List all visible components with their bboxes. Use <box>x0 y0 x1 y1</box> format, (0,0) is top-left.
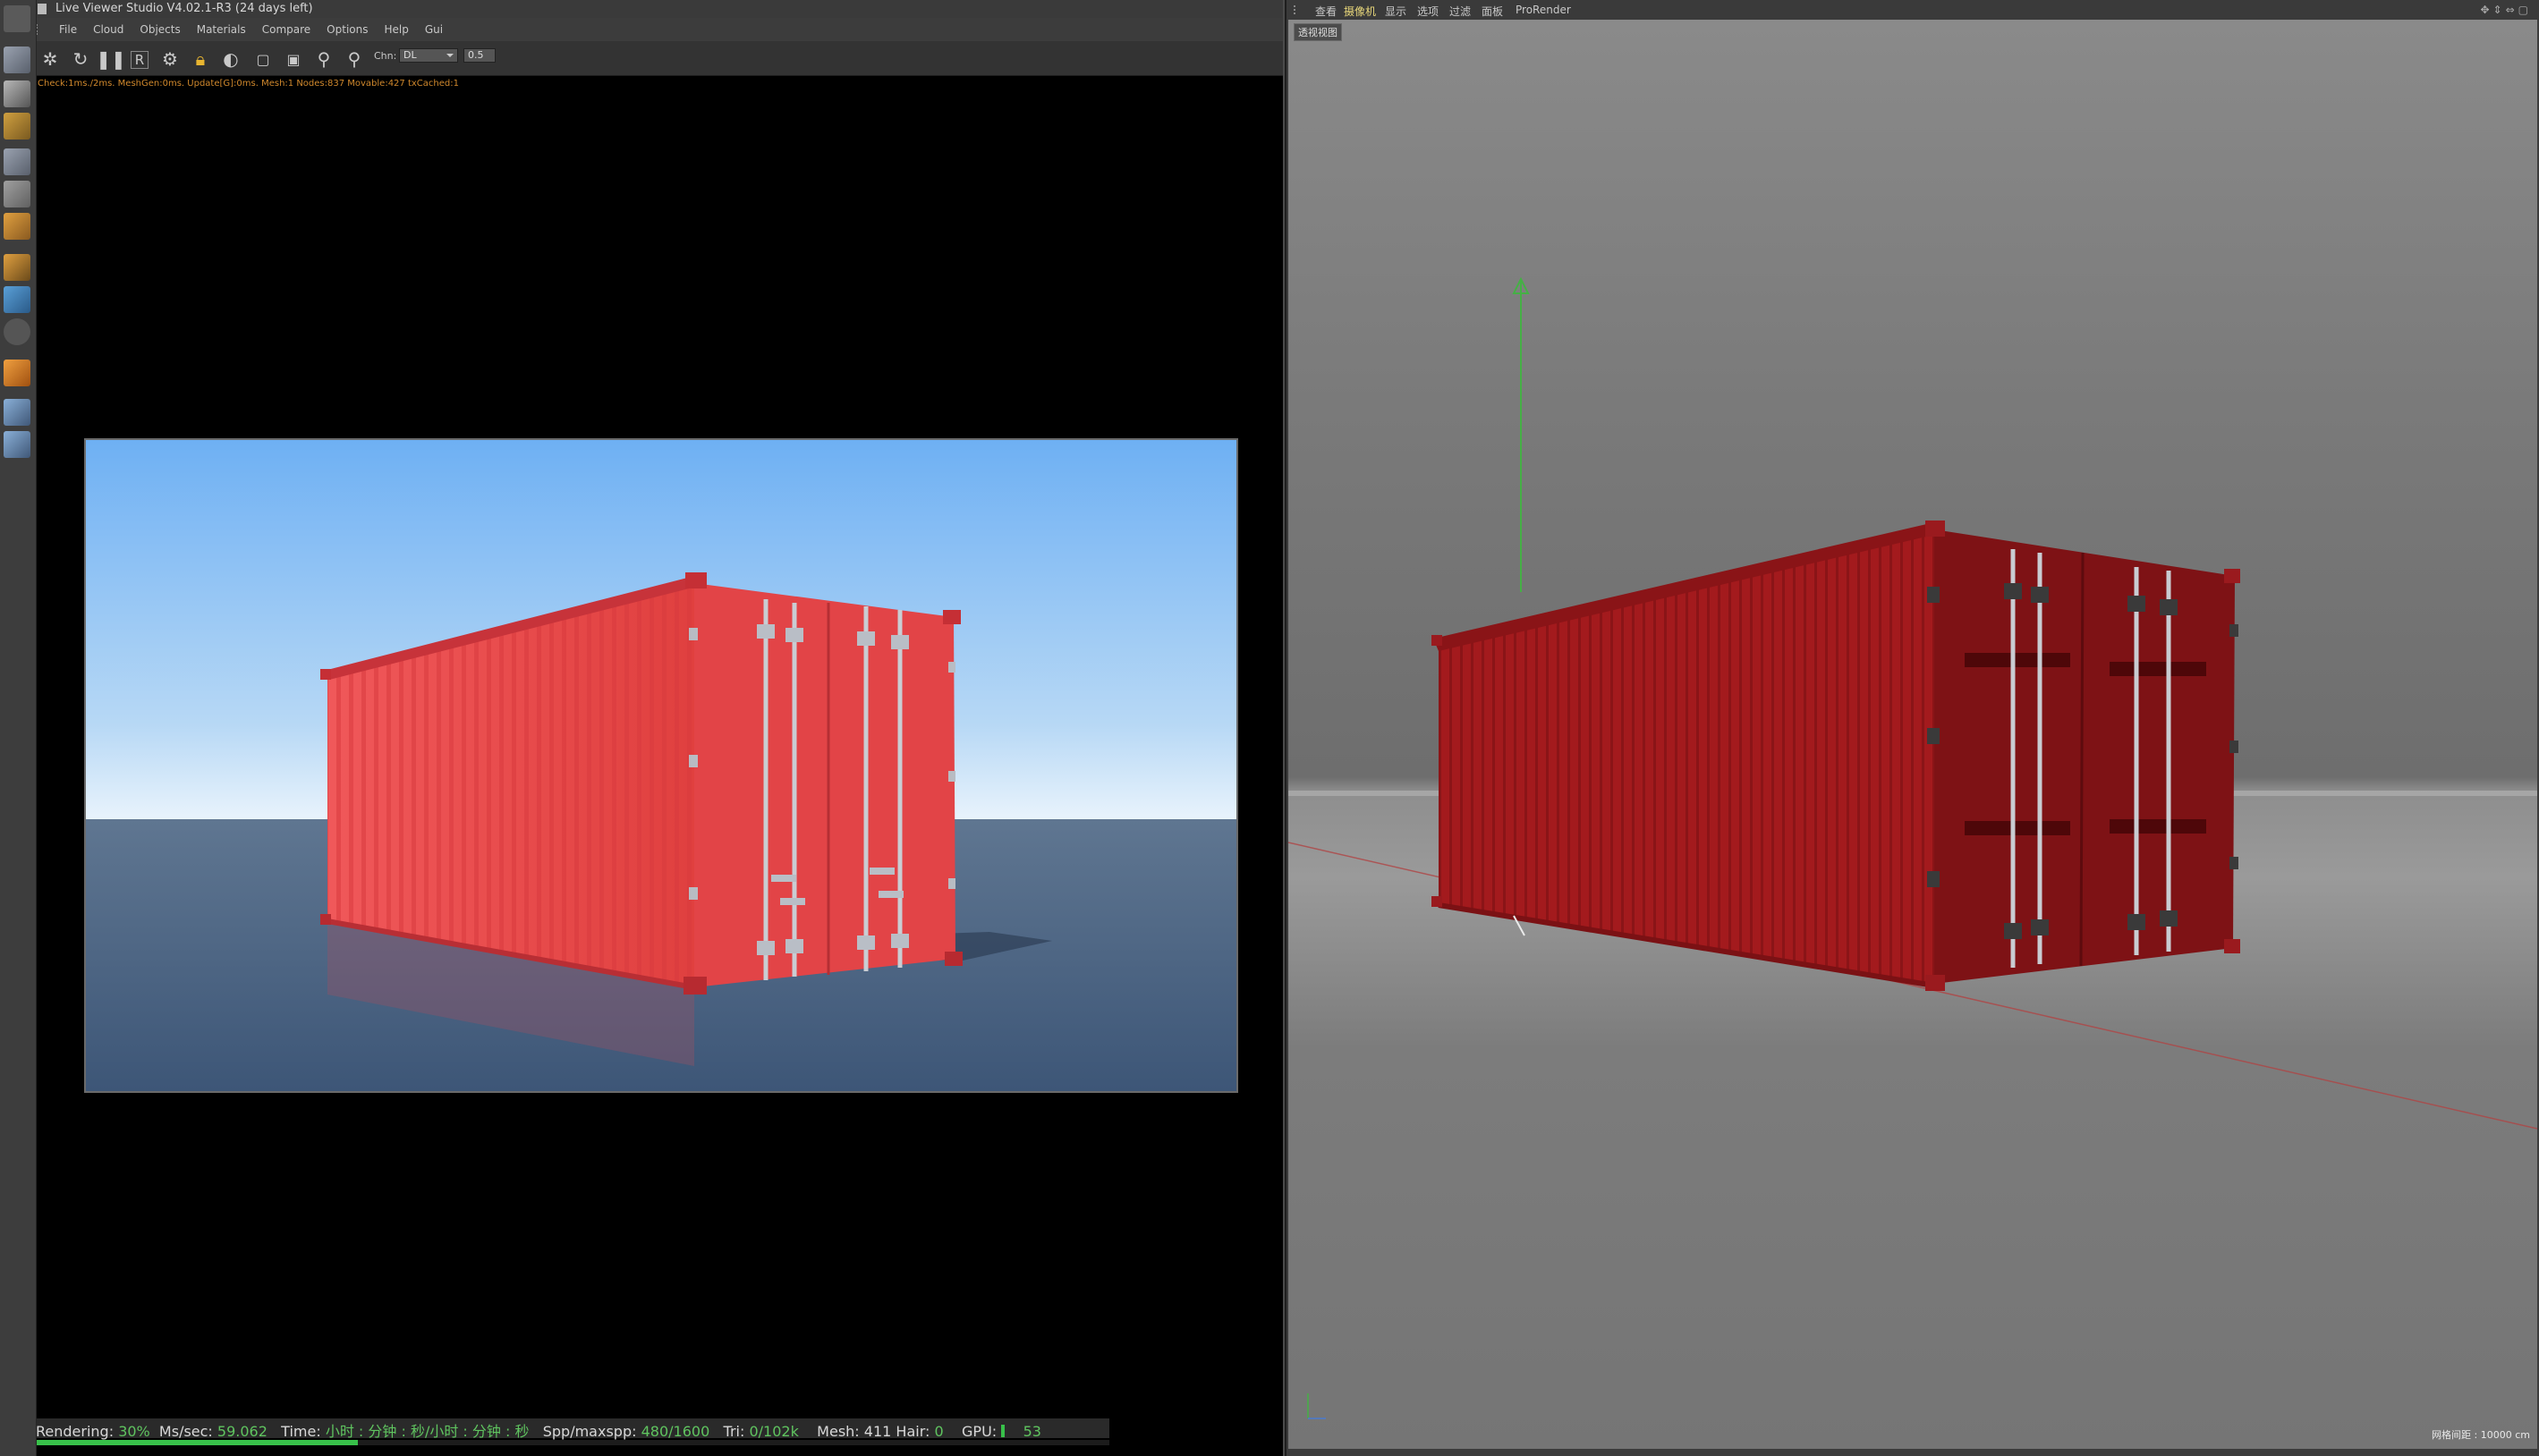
menu-compare[interactable]: Compare <box>262 23 310 36</box>
material-ball-icon[interactable]: ◐ <box>220 48 242 70</box>
box-icon[interactable] <box>4 181 30 207</box>
channel-label: Chn: <box>374 50 397 62</box>
restart-render-icon[interactable]: ↻ <box>70 48 91 70</box>
menu-help[interactable]: Help <box>384 23 408 36</box>
checker-icon[interactable] <box>4 80 30 107</box>
rendering-value: 30% <box>118 1423 150 1440</box>
3d-viewport[interactable]: 透视视图 网格间距 : 10000 cm <box>1288 20 2537 1449</box>
render-progress-fill <box>36 1440 358 1445</box>
menu-options[interactable]: Options <box>327 23 368 36</box>
gpu-meter <box>1001 1425 1006 1437</box>
pick-focus-icon[interactable]: ⚲ <box>313 48 335 70</box>
settings-gear-icon[interactable]: ⚙ <box>159 48 181 70</box>
live-viewer-menu: File Cloud Objects Materials Compare Opt… <box>36 20 459 39</box>
viewport-menu: 查看 摄像机 显示 选项 过滤 面板 ProRender ✥⇕⇔▢ <box>1286 0 2539 20</box>
zoom-stepper[interactable]: 0.5 <box>463 48 496 63</box>
region-box-icon[interactable]: ▣ <box>283 48 304 70</box>
clay-mode-icon[interactable]: ▢ <box>252 48 274 70</box>
object-cube-icon[interactable] <box>4 148 30 175</box>
render-progress-bar <box>36 1440 1109 1445</box>
window-icon <box>38 4 47 14</box>
time-value: 小时 : 分钟 : 秒/小时 : 分钟 : 秒 <box>325 1423 530 1440</box>
mssec-value: 59.062 <box>217 1423 267 1440</box>
camera-label[interactable]: 透视视图 <box>1294 23 1342 41</box>
magnet-icon[interactable] <box>4 360 30 386</box>
grid-icon[interactable] <box>4 399 30 426</box>
time-label: Time: <box>281 1423 321 1440</box>
polygon-icon[interactable] <box>4 213 30 240</box>
viewport-panel: 查看 摄像机 显示 选项 过滤 面板 ProRender ✥⇕⇔▢ 透视视图 网… <box>1285 0 2539 1456</box>
cube-icon[interactable] <box>4 47 30 73</box>
layers-icon[interactable] <box>4 113 30 140</box>
menu-view[interactable]: 查看 <box>1315 4 1337 19</box>
menu-grip-icon[interactable] <box>1294 5 1303 14</box>
render-status-bar: Rendering: 30% Ms/sec: 59.062 Time: 小时 :… <box>36 1418 1109 1440</box>
workplane-icon[interactable] <box>4 431 30 458</box>
app-logo-icon <box>4 5 30 32</box>
grid-spacing-label: 网格间距 : 10000 cm <box>2432 1429 2530 1441</box>
menu-filter[interactable]: 过滤 <box>1449 4 1471 19</box>
pick-material-icon[interactable]: ⚲ <box>344 48 365 70</box>
menu-materials[interactable]: Materials <box>197 23 246 36</box>
render-output-image[interactable] <box>84 438 1238 1093</box>
side-toolbar <box>0 0 37 1456</box>
pause-icon[interactable]: ❚❚ <box>96 48 126 70</box>
axis-icon[interactable] <box>4 254 30 281</box>
rendering-label: Rendering: <box>36 1423 115 1440</box>
viewport-nav-icons[interactable]: ✥⇕⇔▢ <box>2480 4 2532 16</box>
menu-gui[interactable]: Gui <box>425 23 443 36</box>
channel-select[interactable]: DL <box>399 48 458 63</box>
menu-camera[interactable]: 摄像机 <box>1344 4 1376 19</box>
spp-label: Spp/maxspp: <box>542 1423 637 1440</box>
title-bar: Live Viewer Studio V4.02.1-R3 (24 days l… <box>0 0 1283 19</box>
mssec-label: Ms/sec: <box>158 1423 213 1440</box>
tri-value: 0/102k <box>749 1423 799 1440</box>
menu-options[interactable]: 选项 <box>1417 4 1439 19</box>
live-viewer-panel: Live Viewer Studio V4.02.1-R3 (24 days l… <box>0 0 1283 1456</box>
menu-prorender[interactable]: ProRender <box>1516 4 1571 16</box>
spline-icon[interactable] <box>4 286 30 313</box>
tri-label: Tri: <box>723 1423 745 1440</box>
live-viewer-toolbar: ✲ ↻ ❚❚ R ⚙ 🔒︎ ◐ ▢ ▣ ⚲ ⚲ <box>0 41 1283 76</box>
lock-icon[interactable]: 🔒︎ <box>190 48 211 70</box>
render-stats-line: Check:1ms./2ms. MeshGen:0ms. Update[G]:0… <box>38 79 459 89</box>
menu-display[interactable]: 显示 <box>1385 4 1406 19</box>
menu-cloud[interactable]: Cloud <box>93 23 123 36</box>
hair-label: Hair: <box>896 1423 930 1440</box>
gpu-label: GPU: <box>962 1423 998 1440</box>
spp-value: 480/1600 <box>641 1423 710 1440</box>
menu-file[interactable]: File <box>59 23 77 36</box>
mesh-label: Mesh: <box>817 1423 860 1440</box>
send-scene-icon[interactable]: ✲ <box>39 48 61 70</box>
menu-panel[interactable]: 面板 <box>1482 4 1503 19</box>
hair-value: 0 <box>934 1423 944 1440</box>
mesh-value: 411 <box>863 1423 892 1440</box>
menu-objects[interactable]: Objects <box>140 23 180 36</box>
region-render-icon[interactable]: R <box>131 51 149 69</box>
window-title: Live Viewer Studio V4.02.1-R3 (24 days l… <box>55 2 313 15</box>
menu-grip-icon[interactable] <box>36 24 48 35</box>
snap-icon[interactable] <box>4 318 30 345</box>
gpu-value: 53 <box>1023 1423 1041 1440</box>
